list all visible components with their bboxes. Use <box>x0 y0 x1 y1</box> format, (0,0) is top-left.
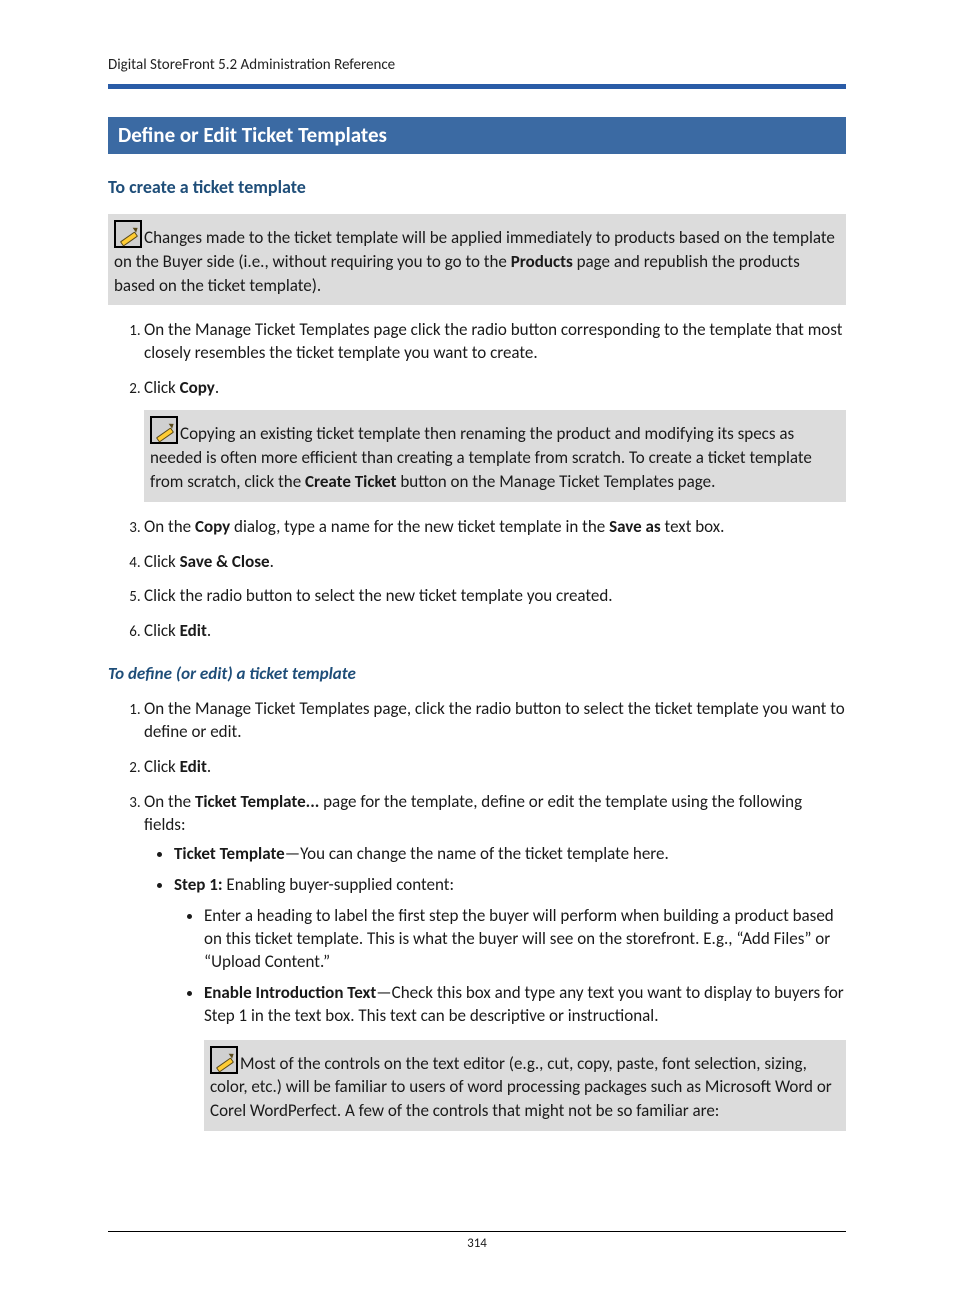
note-box-2: Copying an existing ticket template then… <box>144 410 846 501</box>
define-step-3: On the Ticket Template... page for the t… <box>144 791 846 1131</box>
field-step1-label: Step 1: <box>174 874 223 895</box>
define-steps-list: On the Manage Ticket Templates page, cli… <box>108 698 846 1131</box>
step-6-b: Edit <box>180 620 207 641</box>
field-tt-label: Ticket Template <box>174 843 285 864</box>
pencil-icon <box>150 416 178 444</box>
step-3-a: On the <box>144 516 195 537</box>
step-6-a: Click <box>144 620 180 641</box>
step-4-b: Save & Close <box>180 551 270 572</box>
define-step-2-b: Edit <box>180 756 207 777</box>
page-number: 314 <box>467 1236 487 1251</box>
header-rule <box>108 84 846 89</box>
page: Digital StoreFront 5.2 Administration Re… <box>0 0 954 1291</box>
pencil-icon <box>210 1046 238 1074</box>
define-step-2: Click Edit. <box>144 756 846 779</box>
note-2-post: button on the Manage Ticket Templates pa… <box>396 471 715 492</box>
field-tt-desc: —You can change the name of the ticket t… <box>285 843 669 864</box>
step1-sublist: Enter a heading to label the first step … <box>174 905 846 1131</box>
step-6-c: . <box>207 620 211 641</box>
step-4: Click Save & Close. <box>144 551 846 574</box>
sub-enter-heading: Enter a heading to label the first step … <box>204 905 846 974</box>
step-1-text: On the Manage Ticket Templates page clic… <box>144 319 842 363</box>
step-5: Click the radio button to select the new… <box>144 585 846 608</box>
running-header: Digital StoreFront 5.2 Administration Re… <box>108 56 846 74</box>
note-1-bold: Products <box>511 251 573 272</box>
pencil-icon <box>114 220 142 248</box>
define-step-1-text: On the Manage Ticket Templates page, cli… <box>144 698 845 742</box>
step-3-d: Save as <box>609 516 661 537</box>
step-3: On the Copy dialog, type a name for the … <box>144 516 846 539</box>
define-step-2-a: Click <box>144 756 180 777</box>
define-step-3-a: On the <box>144 791 195 812</box>
sub-enable-intro-label: Enable Introduction Text <box>204 982 376 1003</box>
note-3-text: Most of the controls on the text editor … <box>210 1053 832 1122</box>
step-5-text: Click the radio button to select the new… <box>144 585 613 606</box>
step-4-c: . <box>270 551 274 572</box>
field-step1: Step 1: Enabling buyer-supplied content:… <box>174 874 846 1131</box>
footer: 314 <box>108 1231 846 1251</box>
heading-create-ticket-template: To create a ticket template <box>108 176 846 198</box>
sub-enter-heading-text: Enter a heading to label the first step … <box>204 905 834 972</box>
step-3-b: Copy <box>195 516 230 537</box>
field-ticket-template: Ticket Template—You can change the name … <box>174 843 846 866</box>
note-box-3: Most of the controls on the text editor … <box>204 1040 846 1131</box>
field-step1-desc: Enabling buyer-supplied content: <box>223 874 454 895</box>
define-step-3-b: Ticket Template... <box>195 791 319 812</box>
sub-enable-intro: Enable Introduction Text—Check this box … <box>204 982 846 1131</box>
step-2-bold: Copy <box>180 377 215 398</box>
step-4-a: Click <box>144 551 180 572</box>
step-3-c: dialog, type a name for the new ticket t… <box>230 516 609 537</box>
define-step-1: On the Manage Ticket Templates page, cli… <box>144 698 846 744</box>
heading-define-edit-ticket-template: To define (or edit) a ticket template <box>108 663 846 684</box>
step-3-e: text box. <box>661 516 725 537</box>
step-6: Click Edit. <box>144 620 846 643</box>
note-box-1: Changes made to the ticket template will… <box>108 214 846 305</box>
step-2: Click Copy. Copying an existing ticket t… <box>144 377 846 501</box>
step-2-pre: Click <box>144 377 180 398</box>
step-1: On the Manage Ticket Templates page clic… <box>144 319 846 365</box>
fields-list: Ticket Template—You can change the name … <box>144 843 846 1131</box>
step-2-post: . <box>215 377 219 398</box>
section-title-bar: Define or Edit Ticket Templates <box>108 117 846 154</box>
define-step-2-c: . <box>207 756 211 777</box>
create-steps-list: On the Manage Ticket Templates page clic… <box>108 319 846 643</box>
note-2-bold: Create Ticket <box>305 471 396 492</box>
